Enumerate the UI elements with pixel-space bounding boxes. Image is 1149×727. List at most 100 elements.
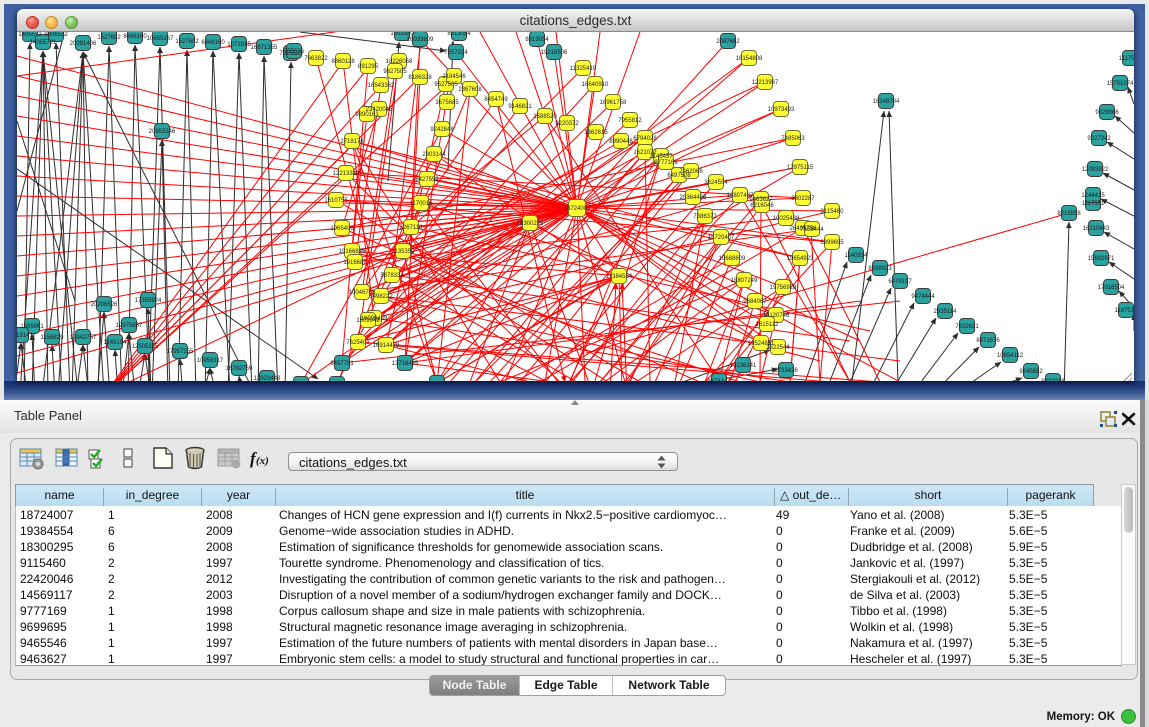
svg-text:7462066: 7462066 bbox=[679, 169, 703, 175]
svg-text:20206526: 20206526 bbox=[91, 302, 118, 308]
svg-text:8186328: 8186328 bbox=[408, 75, 432, 81]
svg-text:1156829: 1156829 bbox=[41, 335, 65, 341]
svg-text:19756928: 19756928 bbox=[770, 285, 797, 291]
svg-text:16154808: 16154808 bbox=[736, 56, 763, 62]
svg-text:10958117: 10958117 bbox=[197, 358, 224, 364]
svg-text:2522544: 2522544 bbox=[766, 345, 790, 351]
svg-text:17359924: 17359924 bbox=[135, 298, 162, 304]
svg-text:1615112: 1615112 bbox=[756, 322, 780, 328]
svg-text:8427552: 8427552 bbox=[415, 177, 439, 183]
svg-text:19975887: 19975887 bbox=[116, 323, 143, 329]
svg-text:2935114: 2935114 bbox=[934, 309, 958, 315]
svg-text:1685061: 1685061 bbox=[20, 324, 44, 330]
svg-text:9115460: 9115460 bbox=[821, 209, 845, 215]
svg-text:11384554: 11384554 bbox=[606, 274, 633, 280]
svg-text:9527505: 9527505 bbox=[434, 82, 458, 88]
svg-text:19654923: 19654923 bbox=[787, 256, 814, 262]
svg-text:18226058: 18226058 bbox=[386, 59, 413, 65]
svg-text:12505135: 12505135 bbox=[132, 344, 159, 350]
svg-text:1965496: 1965496 bbox=[330, 226, 354, 232]
svg-text:16671355: 16671355 bbox=[251, 45, 278, 51]
svg-text:1733426: 1733426 bbox=[774, 368, 798, 374]
svg-text:(x): (x) bbox=[256, 455, 269, 467]
svg-text:3624554: 3624554 bbox=[704, 180, 728, 186]
svg-text:17016504: 17016504 bbox=[1098, 285, 1125, 291]
svg-text:8860128: 8860128 bbox=[331, 59, 355, 65]
svg-text:1588520: 1588520 bbox=[533, 114, 557, 120]
svg-text:8454749: 8454749 bbox=[484, 97, 508, 103]
svg-text:1145194: 1145194 bbox=[104, 340, 128, 346]
svg-text:11325419: 11325419 bbox=[570, 66, 597, 72]
svg-text:9232218: 9232218 bbox=[1041, 379, 1065, 381]
svg-text:8220372: 8220372 bbox=[555, 121, 579, 127]
svg-text:8813054: 8813054 bbox=[447, 32, 471, 37]
svg-text:3267110: 3267110 bbox=[400, 225, 424, 231]
svg-text:15720407: 15720407 bbox=[708, 235, 735, 241]
svg-text:9777169: 9777169 bbox=[654, 160, 678, 166]
svg-text:16640910: 16640910 bbox=[582, 82, 609, 88]
svg-text:8990448: 8990448 bbox=[609, 139, 633, 145]
svg-text:2803144: 2803144 bbox=[422, 152, 446, 158]
svg-text:12975115: 12975115 bbox=[787, 165, 814, 171]
svg-text:13716485: 13716485 bbox=[392, 361, 419, 367]
svg-text:6466160: 6466160 bbox=[201, 40, 225, 46]
svg-text:7955812: 7955812 bbox=[618, 118, 642, 124]
svg-text:9827505: 9827505 bbox=[383, 69, 407, 75]
svg-text:12213967: 12213967 bbox=[752, 80, 779, 86]
svg-text:12213319: 12213319 bbox=[333, 171, 360, 177]
svg-text:1362615: 1362615 bbox=[584, 130, 608, 136]
svg-text:9684067: 9684067 bbox=[743, 299, 767, 305]
svg-text:3915141: 3915141 bbox=[17, 333, 33, 339]
svg-text:18300275: 18300275 bbox=[517, 221, 544, 227]
svg-text:1170016: 1170016 bbox=[410, 201, 434, 207]
svg-text:20091406: 20091406 bbox=[70, 41, 97, 47]
svg-text:20364436: 20364436 bbox=[680, 195, 707, 201]
svg-text:5878334: 5878334 bbox=[380, 273, 404, 279]
svg-text:7625402: 7625402 bbox=[346, 340, 370, 346]
svg-text:1244415: 1244415 bbox=[1081, 193, 1105, 199]
svg-text:1140934: 1140934 bbox=[845, 253, 869, 259]
svg-text:9306532: 9306532 bbox=[44, 32, 68, 38]
svg-text:15751074: 15751074 bbox=[1107, 81, 1134, 87]
svg-text:12942757: 12942757 bbox=[70, 335, 97, 341]
svg-text:16148784: 16148784 bbox=[873, 99, 900, 105]
svg-text:2367608: 2367608 bbox=[458, 87, 482, 93]
svg-text:1916682: 1916682 bbox=[343, 260, 367, 266]
svg-text:6794028: 6794028 bbox=[633, 136, 657, 142]
svg-text:1610755: 1610755 bbox=[324, 198, 348, 204]
svg-text:10973493: 10973493 bbox=[768, 107, 795, 113]
svg-text:9474444: 9474444 bbox=[911, 294, 935, 300]
svg-text:10025438: 10025438 bbox=[773, 216, 800, 222]
svg-text:16961758: 16961758 bbox=[600, 100, 627, 106]
svg-text:12093822: 12093822 bbox=[1082, 167, 1109, 173]
svg-text:9474444: 9474444 bbox=[707, 379, 731, 381]
svg-text:1117531: 1117531 bbox=[1082, 201, 1105, 207]
svg-text:2184546: 2184546 bbox=[442, 74, 466, 80]
svg-text:16543362: 16543362 bbox=[368, 83, 395, 89]
svg-text:1527602: 1527602 bbox=[175, 39, 199, 45]
svg-text:5498222: 5498222 bbox=[369, 294, 393, 300]
svg-text:3675685: 3675685 bbox=[435, 100, 459, 106]
svg-text:891295: 891295 bbox=[358, 64, 379, 70]
svg-text:2087682: 2087682 bbox=[716, 39, 740, 45]
svg-text:12923448: 12923448 bbox=[254, 376, 281, 381]
svg-text:6479197: 6479197 bbox=[888, 279, 912, 285]
svg-text:1405572: 1405572 bbox=[18, 32, 42, 38]
svg-text:7485063: 7485063 bbox=[781, 136, 805, 142]
svg-text:20953346: 20953346 bbox=[149, 129, 176, 135]
svg-text:9329966: 9329966 bbox=[1095, 110, 1119, 116]
svg-text:2802287: 2802287 bbox=[791, 196, 815, 202]
svg-text:8215958: 8215958 bbox=[1057, 211, 1081, 217]
svg-text:16033809: 16033809 bbox=[407, 37, 434, 43]
svg-text:7632621: 7632621 bbox=[955, 324, 979, 330]
svg-text:19218506: 19218506 bbox=[541, 50, 568, 56]
svg-text:16914479: 16914479 bbox=[373, 343, 400, 349]
svg-text:9146821: 9146821 bbox=[508, 104, 532, 110]
svg-text:16782759: 16782759 bbox=[226, 366, 253, 372]
svg-text:19166825: 19166825 bbox=[339, 249, 366, 255]
svg-text:8938923: 8938923 bbox=[868, 266, 892, 272]
svg-text:17957255: 17957255 bbox=[167, 349, 194, 355]
svg-text:9245652: 9245652 bbox=[1019, 369, 1043, 375]
svg-text:15692971: 15692971 bbox=[1088, 256, 1115, 262]
svg-text:1135359: 1135359 bbox=[392, 249, 416, 255]
